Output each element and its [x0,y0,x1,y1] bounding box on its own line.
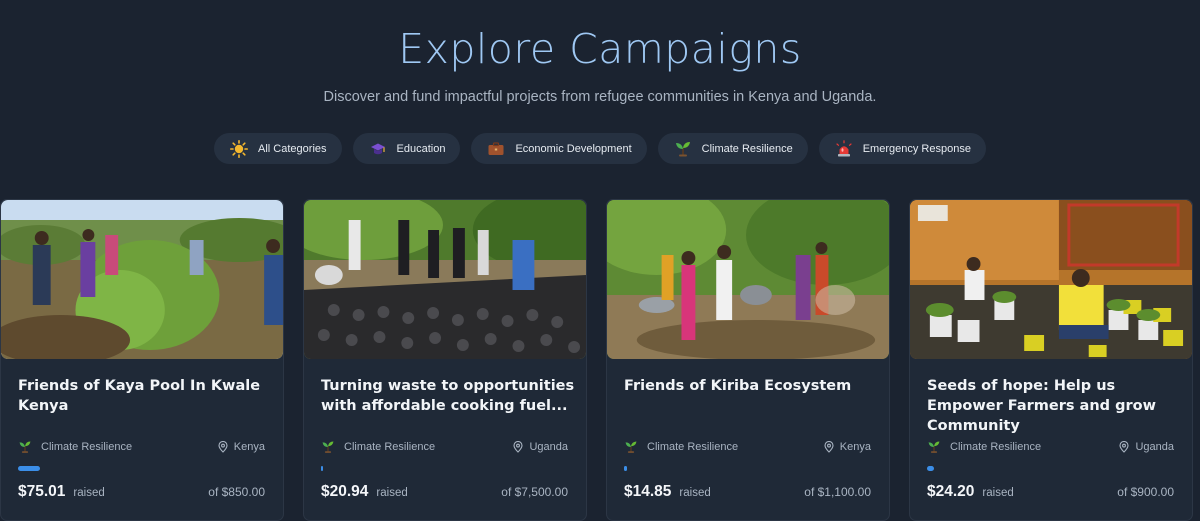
filter-economic-development[interactable]: Economic Development [471,133,647,164]
seedling-icon [19,441,31,453]
campaign-title: Seeds of hope: Help us Empower Farmers a… [927,378,1156,434]
progress-fill [927,466,934,471]
campaign-location: Uganda [1118,441,1174,453]
filter-emergency-response[interactable]: Emergency Response [818,133,986,164]
campaign-card[interactable]: Seeds of hope: Help us Empower Farmers a… [909,199,1193,521]
campaign-grid: Friends of Kaya Pool In Kwale Kenya Clim… [0,199,1200,521]
filter-all-categories[interactable]: All Categories [214,133,342,164]
raised-label: raised [73,487,105,499]
location-pin-icon [1119,441,1130,453]
campaign-photo [910,200,1192,359]
location-pin-icon [218,441,228,453]
filter-climate-resilience[interactable]: Climate Resilience [657,133,808,164]
campaign-category: Climate Resilience [321,440,435,454]
progress-bar [927,466,1175,471]
location-label: Uganda [529,441,568,453]
campaign-location: Uganda [512,441,568,453]
progress-bar [18,466,266,471]
location-pin-icon [824,441,834,453]
campaign-photo [1,200,283,359]
campaign-card[interactable]: Turning waste to opportunities with affo… [303,199,587,521]
location-label: Kenya [233,441,265,453]
raised-label: raised [982,487,1014,499]
campaign-title: Turning waste to opportunities with affo… [321,378,575,414]
raised-amount: $24.20 [927,483,975,500]
campaign-location: Kenya [217,441,265,453]
raised-amount: $20.94 [321,483,369,500]
category-filters: All Categories Education Economic Develo… [0,133,1200,164]
briefcase-icon [487,140,505,158]
sun-icon [230,139,249,158]
campaign-category: Climate Resilience [927,440,1041,454]
page-subtitle: Discover and fund impactful projects fro… [323,89,877,105]
campaign-title: Friends of Kiriba Ecosystem [624,378,852,394]
location-pin-icon [513,441,524,453]
progress-bar [624,466,872,471]
siren-icon [835,139,853,158]
campaign-funding: $14.85 raised of $1,100.00 [624,483,871,501]
goal-amount: of $850.00 [208,485,265,499]
campaign-category: Climate Resilience [624,440,738,454]
goal-amount: of $900.00 [1117,485,1174,499]
progress-fill [18,466,40,471]
progress-fill [321,466,323,471]
campaign-card[interactable]: Friends of Kiriba Ecosystem Climate Resi… [606,199,890,521]
raised-amount: $75.01 [18,483,66,500]
progress-fill [624,466,627,471]
category-label: Climate Resilience [344,441,436,453]
goal-amount: of $7,500.00 [501,485,568,499]
campaign-funding: $75.01 raised of $850.00 [18,483,265,501]
seedling-icon [625,441,637,453]
location-label: Kenya [839,441,871,453]
category-label: Climate Resilience [647,441,739,453]
goal-amount: of $1,100.00 [804,485,871,499]
page-title: Explore Campaigns [398,25,802,73]
filter-label: Emergency Response [862,142,971,155]
progress-bar [321,466,569,471]
campaign-funding: $20.94 raised of $7,500.00 [321,483,568,501]
campaign-photo [607,200,889,359]
category-label: Climate Resilience [41,441,133,453]
campaign-location: Kenya [823,441,871,453]
raised-label: raised [376,487,408,499]
raised-amount: $14.85 [624,483,672,500]
filter-label: Economic Development [515,142,632,155]
graduation-cap-icon [369,140,387,158]
seedling-icon [674,140,692,158]
campaign-title: Friends of Kaya Pool In Kwale Kenya [18,378,261,414]
campaign-card[interactable]: Friends of Kaya Pool In Kwale Kenya Clim… [0,199,284,521]
category-label: Climate Resilience [950,441,1042,453]
filter-label: Climate Resilience [701,142,793,155]
campaign-photo [304,200,586,359]
location-label: Uganda [1135,441,1174,453]
page-header: Explore Campaigns Discover and fund impa… [0,0,1200,105]
filter-label: All Categories [258,142,327,155]
filter-education[interactable]: Education [352,133,461,164]
seedling-icon [322,441,334,453]
filter-label: Education [396,142,446,155]
seedling-icon [928,441,940,453]
campaign-category: Climate Resilience [18,440,132,454]
campaign-meta: Climate Resilience Kenya [18,440,265,454]
campaign-meta: Climate Resilience Uganda [321,440,568,454]
campaign-funding: $24.20 raised of $900.00 [927,483,1174,501]
campaign-meta: Climate Resilience Uganda [927,440,1174,454]
campaign-meta: Climate Resilience Kenya [624,440,871,454]
raised-label: raised [679,487,711,499]
